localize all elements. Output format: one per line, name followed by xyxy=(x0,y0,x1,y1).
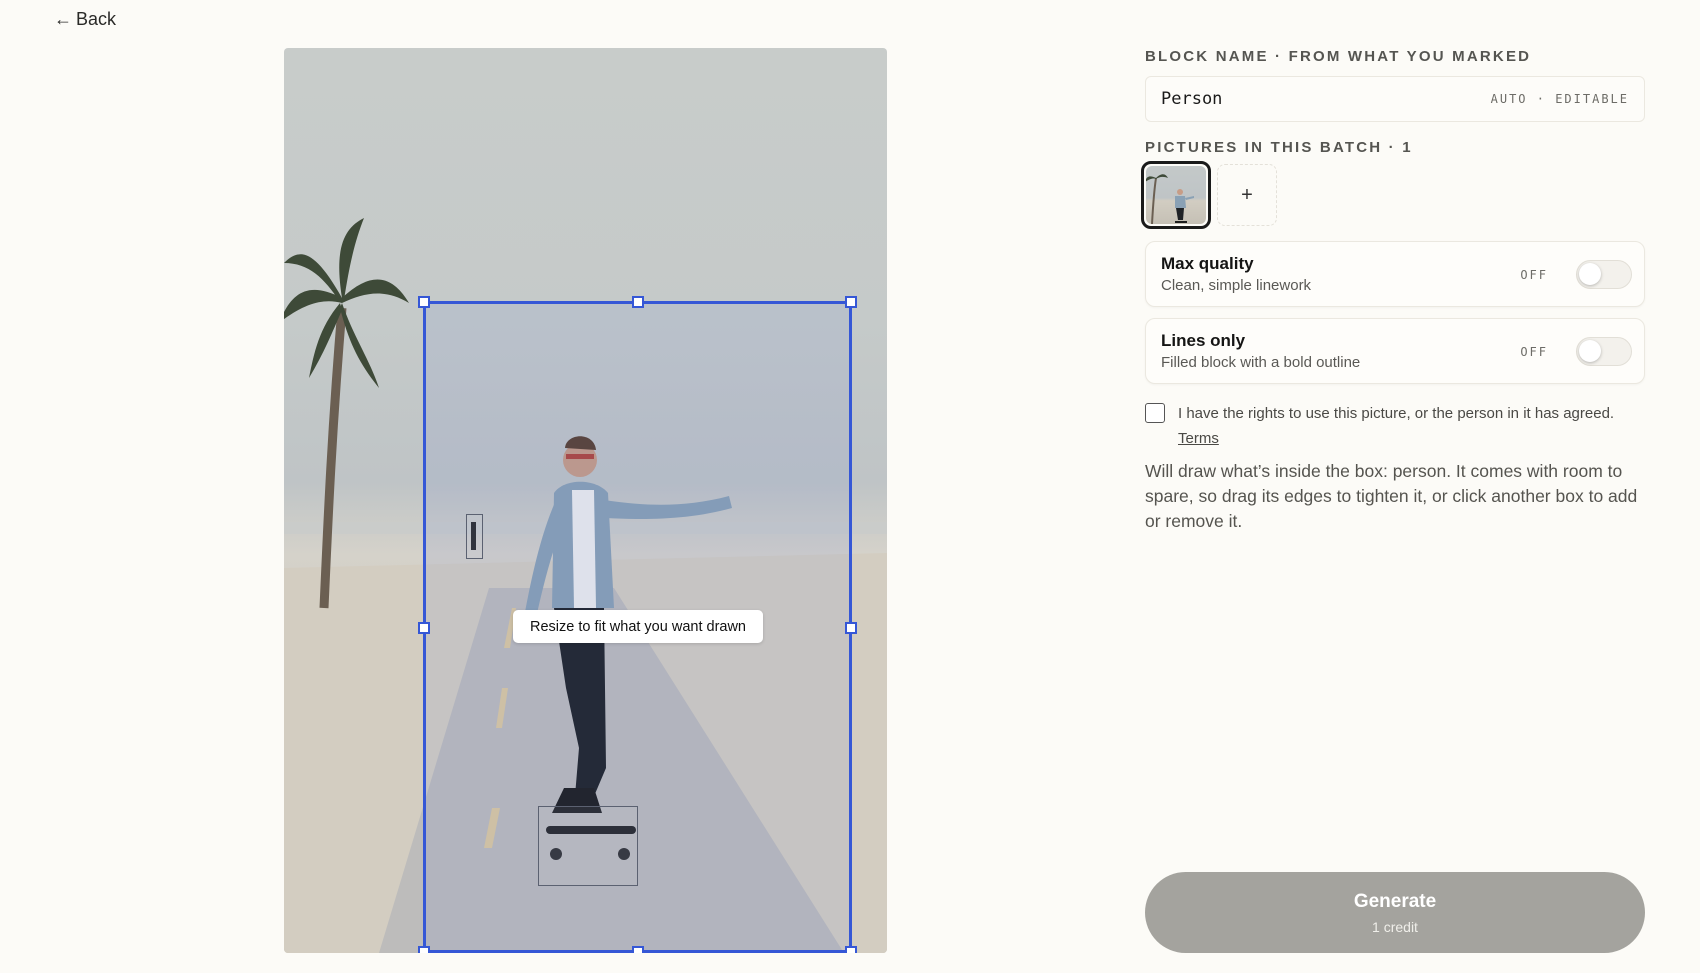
generate-button[interactable]: Generate 1 credit xyxy=(1145,872,1645,953)
block-name-hint: AUTO · EDITABLE xyxy=(1490,92,1629,106)
resize-handle-bottom[interactable] xyxy=(632,946,644,953)
lines-only-toggle[interactable] xyxy=(1576,337,1632,366)
resize-handle-top-right[interactable] xyxy=(845,296,857,308)
rights-checkbox[interactable] xyxy=(1145,403,1165,423)
option-title: Lines only xyxy=(1161,331,1246,350)
toggle-knob xyxy=(1579,340,1601,362)
resize-handle-right[interactable] xyxy=(845,622,857,634)
back-label: Back xyxy=(76,9,117,29)
pictures-label: PICTURES IN THIS BATCH · 1 xyxy=(1145,139,1413,156)
option-subtitle: Clean, simple linework xyxy=(1161,277,1312,294)
photo-canvas[interactable]: Resize to fit what you want drawn xyxy=(284,48,887,953)
generate-cost: 1 credit xyxy=(1372,918,1418,935)
resize-handle-top[interactable] xyxy=(632,296,644,308)
block-name-input[interactable]: Person AUTO · EDITABLE xyxy=(1145,76,1645,122)
description-text: Will draw what’s inside the box: person.… xyxy=(1145,461,1638,531)
toggle-knob xyxy=(1579,263,1601,285)
block-name-value[interactable]: Person xyxy=(1161,89,1222,109)
arrow-left-icon: ← xyxy=(54,9,72,29)
option-title: Max quality xyxy=(1161,254,1254,273)
picture-thumbnail[interactable] xyxy=(1141,161,1211,229)
option-subtitle: Filled block with a bold outline xyxy=(1161,354,1361,371)
block-name-label: BLOCK NAME · FROM WHAT YOU MARKED xyxy=(1145,48,1532,65)
resize-tooltip: Resize to fit what you want drawn xyxy=(513,610,763,643)
option-state: OFF xyxy=(1520,345,1548,359)
thumbnail-image xyxy=(1146,166,1206,224)
resize-handle-bottom-left[interactable] xyxy=(418,946,430,953)
terms-link[interactable]: Terms xyxy=(1178,430,1219,447)
picture-thumbnails: + xyxy=(1141,161,1277,229)
resize-handle-top-left[interactable] xyxy=(418,296,430,308)
option-max-quality: Max quality Clean, simple linework OFF xyxy=(1145,241,1645,307)
resize-handle-left[interactable] xyxy=(418,622,430,634)
option-lines-only: Lines only Filled block with a bold outl… xyxy=(1145,318,1645,384)
resize-handle-bottom-right[interactable] xyxy=(845,946,857,953)
option-state: OFF xyxy=(1520,268,1548,282)
consent-text: I have the rights to use this picture, o… xyxy=(1178,405,1615,422)
rights-consent: I have the rights to use this picture, o… xyxy=(1145,401,1645,451)
add-picture-button[interactable]: + xyxy=(1217,164,1277,226)
max-quality-toggle[interactable] xyxy=(1576,260,1632,289)
back-link[interactable]: ← Back xyxy=(54,9,116,30)
generate-label: Generate xyxy=(1353,890,1437,912)
